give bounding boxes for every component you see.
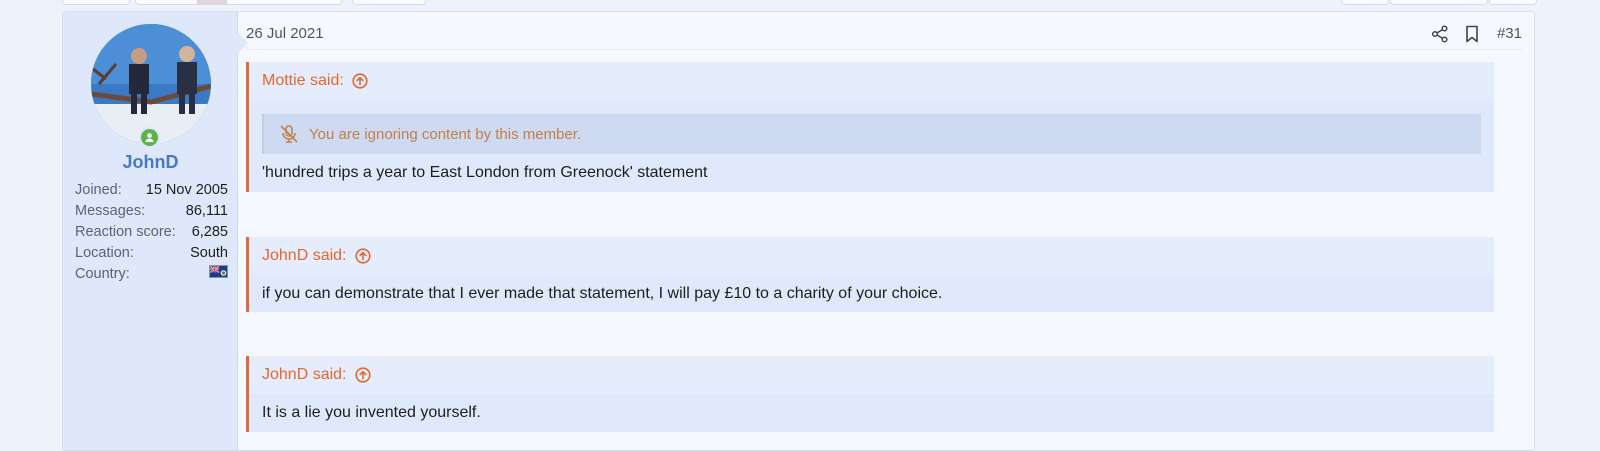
online-status-icon xyxy=(139,127,160,148)
stat-label: Location: xyxy=(75,245,134,261)
quote-author-link[interactable]: Mottie said: xyxy=(262,72,344,90)
username-link[interactable]: JohnD xyxy=(63,152,238,173)
stat-country: Country: xyxy=(75,265,228,286)
quote-content: You are ignoring content by this member.… xyxy=(249,114,1494,192)
post-date[interactable]: 26 Jul 2021 xyxy=(246,25,324,42)
top-button-stub xyxy=(197,0,227,4)
bookmark-icon[interactable] xyxy=(1462,24,1482,44)
stat-reaction-score: Reaction score: 6,285 xyxy=(75,224,228,244)
ignored-content-notice[interactable]: You are ignoring content by this member. xyxy=(262,114,1481,154)
stat-label: Reaction score: xyxy=(75,224,176,240)
quote-header: Mottie said: xyxy=(249,62,1494,100)
share-icon[interactable] xyxy=(1430,24,1450,44)
top-button-stub xyxy=(1341,0,1389,5)
stat-label: Joined: xyxy=(75,182,122,198)
avatar[interactable] xyxy=(91,24,211,144)
quote-block: JohnD said: It is a lie you invented you… xyxy=(246,356,1494,432)
avatar-image xyxy=(91,24,211,144)
microphone-muted-icon xyxy=(278,123,300,145)
country-flag-icon xyxy=(209,265,228,278)
top-button-stub xyxy=(352,0,426,5)
post-number[interactable]: #31 xyxy=(1497,25,1522,42)
stat-value[interactable]: 86,111 xyxy=(186,203,228,219)
quote-text: 'hundred trips a year to East London fro… xyxy=(262,164,708,181)
stat-value: 15 Nov 2005 xyxy=(145,182,228,198)
stat-location: Location: South xyxy=(75,245,228,265)
forum-post: JohnD Joined: 15 Nov 2005 Messages: 86,1… xyxy=(62,11,1535,451)
quote-block: JohnD said: if you can demonstrate that … xyxy=(246,237,1494,312)
top-button-stub xyxy=(135,0,342,5)
ignored-notice-text: You are ignoring content by this member. xyxy=(309,125,582,143)
post-header-divider xyxy=(246,49,1522,50)
jump-to-quote-icon[interactable] xyxy=(354,367,371,383)
top-button-stub xyxy=(62,0,130,5)
top-button-stub xyxy=(1489,0,1537,5)
stat-label: Country: xyxy=(75,266,130,282)
jump-to-quote-icon[interactable] xyxy=(354,248,371,264)
stat-joined: Joined: 15 Nov 2005 xyxy=(75,182,228,202)
quote-block: Mottie said: You are ignoring content by… xyxy=(246,62,1494,192)
quote-author-link[interactable]: JohnD said: xyxy=(262,366,347,384)
top-button-stub xyxy=(1390,0,1488,5)
stat-value: 6,285 xyxy=(191,224,228,240)
quote-author-link[interactable]: JohnD said: xyxy=(262,247,347,265)
top-pagination-remnants xyxy=(0,0,1600,5)
quote-header: JohnD said: xyxy=(249,356,1494,394)
stat-messages: Messages: 86,111 xyxy=(75,203,228,223)
stat-value[interactable]: South xyxy=(190,245,228,261)
jump-to-quote-icon[interactable] xyxy=(352,73,368,89)
quote-header: JohnD said: xyxy=(249,237,1494,275)
stat-label: Messages: xyxy=(75,203,146,219)
quote-text: It is a lie you invented yourself. xyxy=(262,404,481,421)
quote-text: if you can demonstrate that I ever made … xyxy=(262,285,943,302)
user-info-column: JohnD Joined: 15 Nov 2005 Messages: 86,1… xyxy=(63,12,238,450)
